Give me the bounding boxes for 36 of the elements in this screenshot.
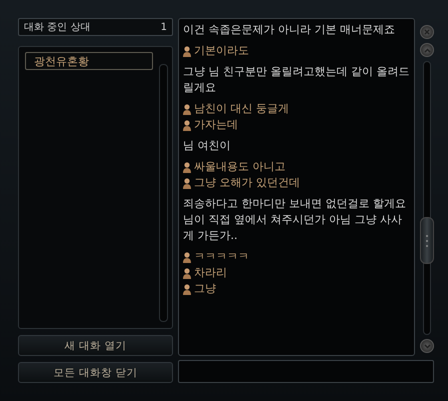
scrollbar[interactable] [423,61,431,335]
chat-message: 남친이 대신 둥글게 [194,101,289,117]
chat-message: 차라리 [194,265,227,281]
chat-message: 그냥 [194,281,216,297]
person-icon [183,46,191,57]
chat-message: 그냥 님 친구분만 올릴려고했는데 같이 올려드릴게요 [183,64,410,96]
chat-message: 님 여친이 [183,138,230,154]
chat-message: 가자는데 [194,117,238,133]
contacts-label: 대화 중인 상대 [24,21,90,34]
scroll-down-button[interactable] [420,339,434,353]
scrollbar[interactable] [159,64,168,322]
new-chat-button[interactable]: 새 대화 열기 [18,335,173,356]
close-icon [424,29,430,35]
person-icon [183,178,191,189]
scroll-thumb[interactable] [420,217,434,264]
person-icon [183,268,191,279]
chat-message: ㅋㅋㅋㅋㅋ [194,249,249,265]
scroll-up-button[interactable] [420,43,434,57]
chat-message: 이건 속좁은문제가 아니라 기본 매너문제죠 [183,22,395,38]
close-all-button[interactable]: 모든 대화창 닫기 [18,362,173,383]
message-input[interactable] [178,360,434,383]
chat-message: 기본이라도 [194,43,249,59]
contacts-count: 1 [160,22,167,32]
person-icon [183,162,191,173]
chat-message: 죄송하다고 한마디만 보내면 없던걸로 할게요 [183,196,406,212]
chat-message: 님이 직접 옆에서 쳐주시던가 아님 그냥 사사게 가든가.. [183,212,403,244]
chat-message: 그냥 오해가 있던건데 [194,175,300,191]
person-icon [183,284,191,295]
close-button[interactable] [420,25,434,39]
chevron-down-icon [424,344,430,348]
person-icon [183,120,191,131]
chevron-up-icon [424,48,430,52]
contact-item[interactable]: 광천유혼황 [25,52,153,70]
person-icon [183,252,191,263]
chat-message: 싸울내용도 아니고 [194,159,286,175]
person-icon [183,104,191,115]
